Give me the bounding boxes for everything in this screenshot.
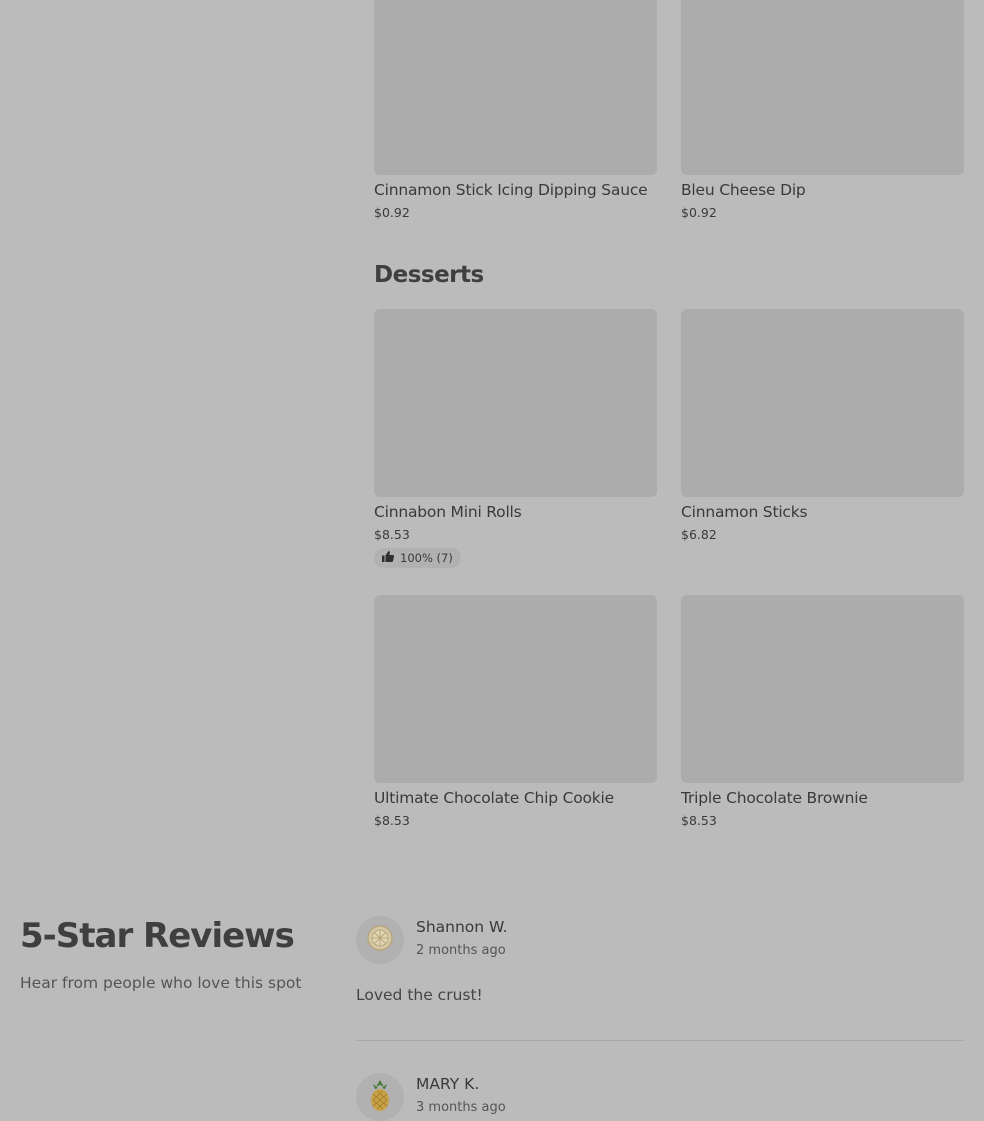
avatar bbox=[356, 1073, 404, 1121]
item-price: $8.53 bbox=[681, 813, 717, 828]
item-price: $0.92 bbox=[681, 205, 717, 220]
item-image[interactable] bbox=[681, 309, 964, 497]
pineapple-icon bbox=[367, 1078, 393, 1116]
item-price: $8.53 bbox=[374, 813, 410, 828]
rating-badge: 100% (7) bbox=[374, 548, 461, 568]
reviews-subtitle: Hear from people who love this spot bbox=[20, 974, 302, 992]
item-price: $8.53 bbox=[374, 527, 410, 542]
item-name: Cinnabon Mini Rolls bbox=[374, 503, 522, 521]
item-image[interactable] bbox=[681, 0, 964, 175]
menu-item-card[interactable]: Cinnabon Mini Rolls $8.53 100% (7) bbox=[374, 309, 657, 568]
item-name: Bleu Cheese Dip bbox=[681, 181, 806, 199]
item-name: Cinnamon Stick Icing Dipping Sauce bbox=[374, 181, 648, 199]
lemon-icon bbox=[366, 924, 394, 956]
item-image[interactable] bbox=[681, 595, 964, 783]
item-price: $0.92 bbox=[374, 205, 410, 220]
menu-item-card[interactable]: Cinnamon Stick Icing Dipping Sauce $0.92 bbox=[374, 0, 657, 220]
menu-item-card[interactable]: Bleu Cheese Dip $0.92 bbox=[681, 0, 964, 220]
item-name: Ultimate Chocolate Chip Cookie bbox=[374, 789, 614, 807]
reviewer-name: Shannon W. bbox=[416, 918, 508, 936]
reviews-title: 5-Star Reviews bbox=[20, 916, 295, 956]
thumbs-up-icon bbox=[382, 551, 395, 565]
item-image[interactable] bbox=[374, 309, 657, 497]
menu-item-card[interactable]: Triple Chocolate Brownie $8.53 bbox=[681, 595, 964, 828]
review-item: MARY K. 3 months ago bbox=[356, 1073, 964, 1121]
item-image[interactable] bbox=[374, 595, 657, 783]
item-image[interactable] bbox=[374, 0, 657, 175]
review-time: 2 months ago bbox=[416, 943, 506, 958]
divider bbox=[356, 1040, 964, 1041]
review-text: Loved the crust! bbox=[356, 986, 483, 1004]
menu-item-card[interactable]: Ultimate Chocolate Chip Cookie $8.53 bbox=[374, 595, 657, 828]
menu-item-card[interactable]: Cinnamon Sticks $6.82 bbox=[681, 309, 964, 542]
reviewer-name: MARY K. bbox=[416, 1075, 480, 1093]
item-name: Triple Chocolate Brownie bbox=[681, 789, 868, 807]
rating-text: 100% (7) bbox=[400, 551, 453, 565]
item-name: Cinnamon Sticks bbox=[681, 503, 808, 521]
section-title-desserts: Desserts bbox=[374, 262, 484, 288]
avatar bbox=[356, 916, 404, 964]
review-item: Shannon W. 2 months ago Loved the crust! bbox=[356, 916, 964, 1026]
review-time: 3 months ago bbox=[416, 1100, 506, 1115]
item-price: $6.82 bbox=[681, 527, 717, 542]
